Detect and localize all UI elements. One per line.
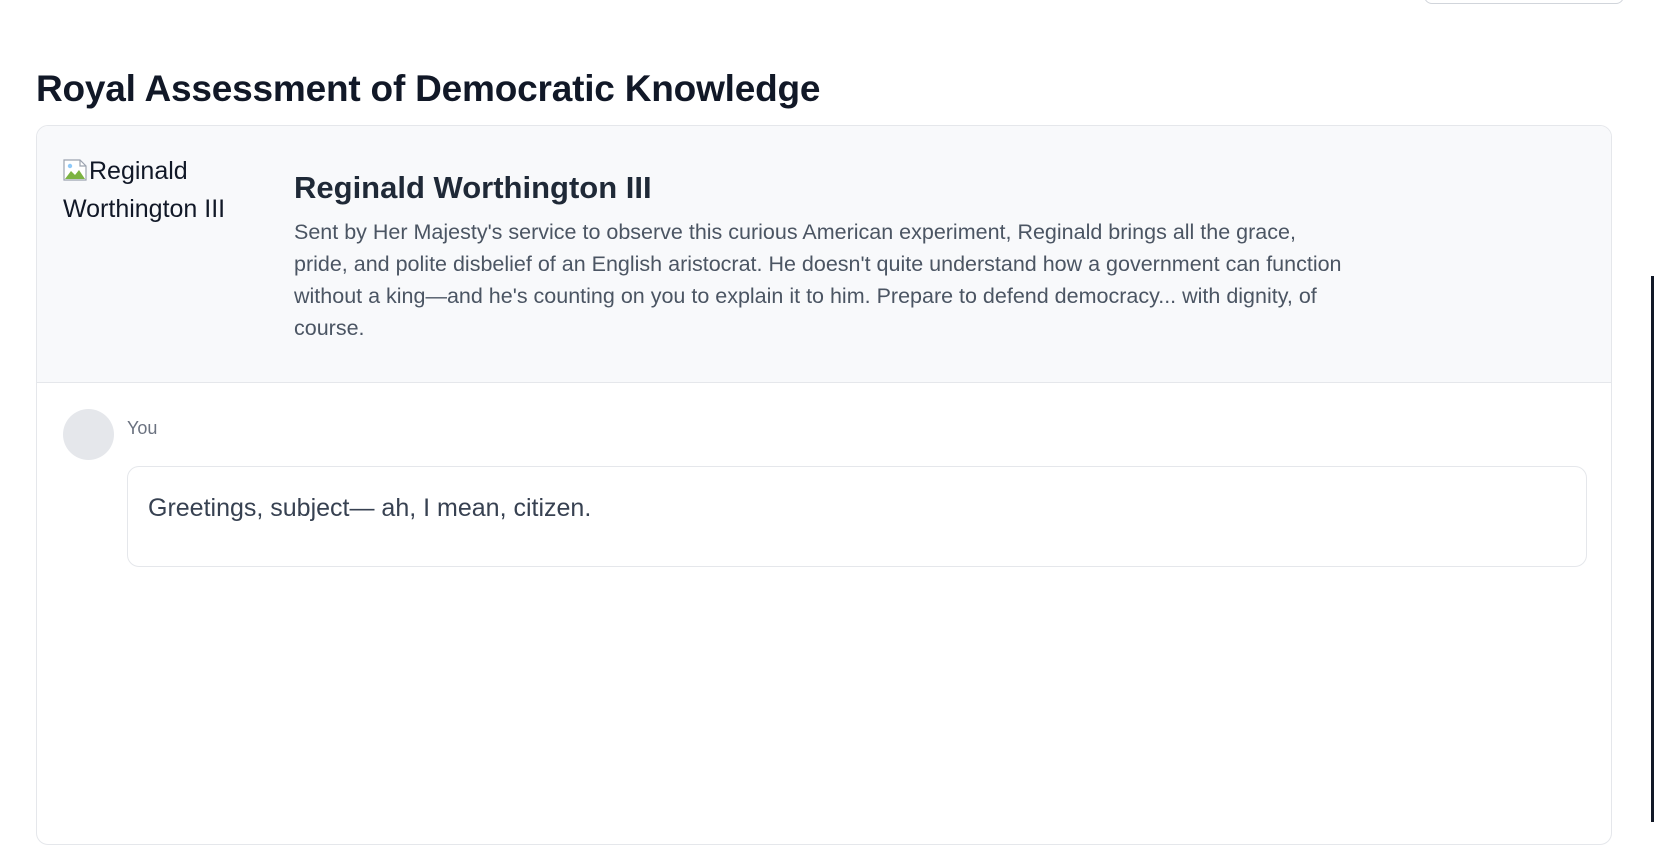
top-right-control[interactable]: [1424, 0, 1624, 4]
page-title: Royal Assessment of Democratic Knowledge: [36, 68, 821, 109]
message-author: You: [127, 418, 158, 438]
user-avatar: [63, 409, 114, 460]
persona-avatar-image: Reginald Worthington III: [63, 152, 263, 242]
message-text: Greetings, subject— ah, I mean, citizen.: [148, 494, 592, 522]
persona-description: Sent by Her Majesty's service to observe…: [294, 220, 1342, 340]
broken-image-icon: [63, 154, 87, 181]
persona-name: Reginald Worthington III: [294, 170, 652, 205]
chat-card: Reginald Worthington III Reginald Worthi…: [36, 125, 1612, 845]
persona-header: Reginald Worthington III Reginald Worthi…: [37, 126, 1611, 383]
message-bubble: Greetings, subject— ah, I mean, citizen.: [127, 466, 1587, 567]
persona-image-alt-text: Reginald Worthington III: [63, 157, 226, 223]
